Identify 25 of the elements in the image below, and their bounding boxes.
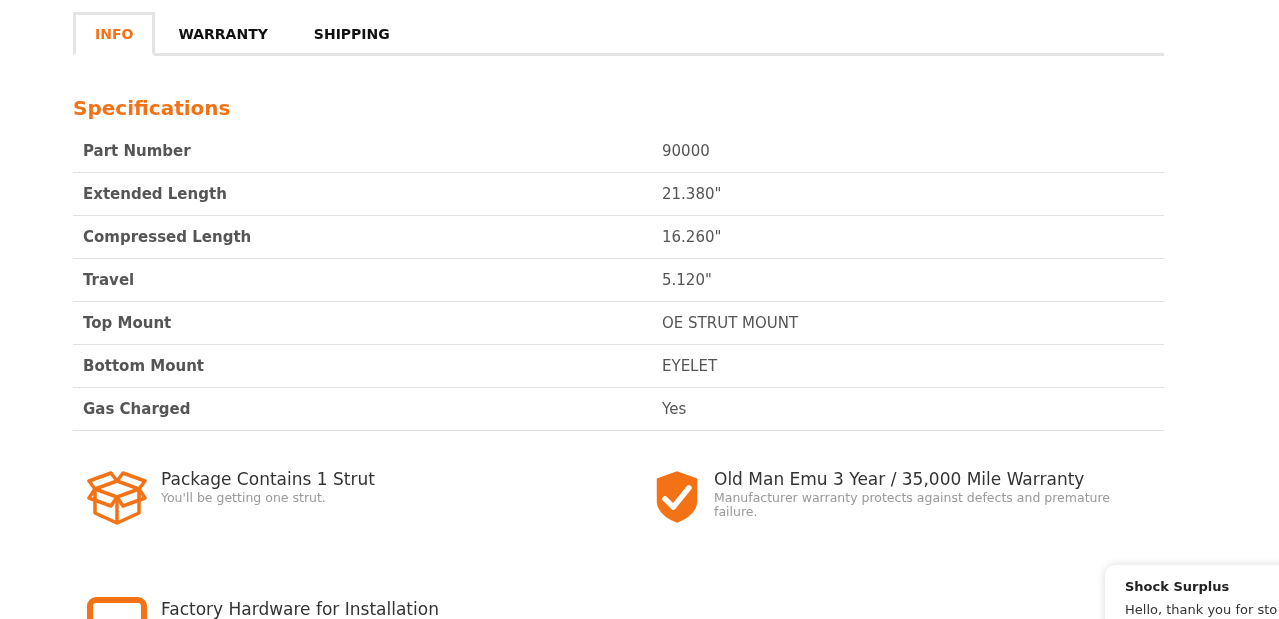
table-cell-text: Part Number: [82, 142, 192, 160]
table-cell: 16.260": [662, 228, 722, 246]
chat-message: Hello, thank you for sto: [1125, 602, 1279, 617]
feature-title: Factory Hardware for Installation: [161, 599, 439, 619]
table-cell: 90000: [662, 142, 710, 160]
table-cell: 5.120": [662, 271, 712, 289]
tab[interactable]: SHIPPING: [290, 12, 413, 56]
table-cell-text: Top Mount: [82, 314, 173, 332]
table-cell-text: Bottom Mount: [82, 357, 205, 375]
feature-title: Old Man Emu 3 Year / 35,000 Mile Warranty: [714, 469, 1086, 489]
table-cell-text: Travel: [82, 271, 136, 289]
table-cell: Yes: [662, 400, 687, 418]
table-cell-text: Gas Charged: [82, 400, 192, 418]
feature-description: You'll be getting one strut.: [161, 491, 327, 505]
table-cell-text: Extended Length: [82, 185, 228, 203]
table-cell: EYELET: [662, 357, 718, 375]
tab[interactable]: WARRANTY: [155, 12, 291, 56]
table-cell: OE STRUT MOUNT: [662, 314, 799, 332]
section-heading: Specifications: [73, 96, 231, 120]
chat-title: Shock Surplus: [1125, 579, 1231, 594]
table-cell: 21.380": [662, 185, 722, 203]
chat-popup[interactable]: Shock Surplus Hello, thank you for sto: [1105, 565, 1279, 619]
table-cell-text: Compressed Length: [82, 228, 253, 246]
feature-description: Manufacturer warranty protects against defects and premature failure.: [714, 491, 1111, 519]
feature-title: Package Contains 1 Strut: [161, 469, 375, 489]
